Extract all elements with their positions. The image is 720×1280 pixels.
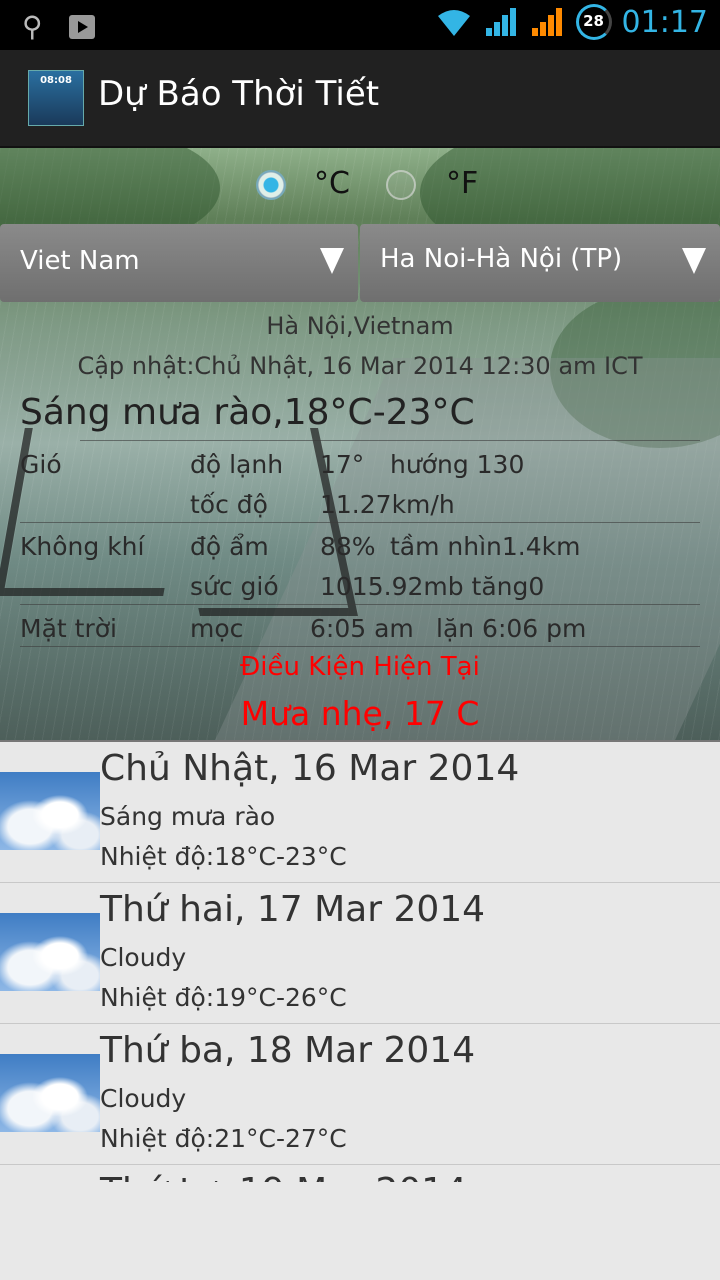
unit-selector: °C °F bbox=[0, 148, 720, 222]
pressure-label: sức gió bbox=[190, 572, 279, 601]
list-item[interactable]: Thứ ba, 18 Mar 2014 Cloudy Nhiệt độ:21°C… bbox=[0, 1024, 720, 1165]
city-value: Ha Noi-Hà Nội (TP) bbox=[380, 244, 623, 274]
speed-value: 11.27km/h bbox=[320, 490, 455, 519]
country-dropdown[interactable]: Viet Nam bbox=[0, 224, 358, 302]
forecast-summary: Sáng mưa rào,18°C-23°C bbox=[20, 392, 475, 433]
forecast-list: Chủ Nhật, 16 Mar 2014 Sáng mưa rào Nhiệt… bbox=[0, 740, 720, 1182]
app-title: Dự Báo Thời Tiết bbox=[98, 74, 380, 114]
clock: 01:17 bbox=[621, 4, 708, 40]
country-value: Viet Nam bbox=[20, 246, 140, 276]
celsius-label: °C bbox=[314, 166, 350, 201]
day-title: Thứ hai, 17 Mar 2014 bbox=[100, 889, 486, 930]
city-dropdown[interactable]: Ha Noi-Hà Nội (TP) bbox=[360, 224, 720, 302]
action-bar: 08:08 Dự Báo Thời Tiết bbox=[0, 50, 720, 148]
chill-label: độ lạnh bbox=[190, 450, 284, 479]
sunrise-label: mọc bbox=[190, 614, 244, 643]
day-temperature: Nhiệt độ:19°C-26°C bbox=[100, 983, 347, 1012]
updated-time: Cập nhật:Chủ Nhật, 16 Mar 2014 12:30 am … bbox=[77, 352, 643, 380]
wind-label: Gió bbox=[20, 450, 62, 479]
list-item[interactable]: Thứ hai, 17 Mar 2014 Cloudy Nhiệt độ:19°… bbox=[0, 883, 720, 1024]
day-description: Sáng mưa rào bbox=[100, 802, 276, 831]
pressure-value: 1015.92mb tăng0 bbox=[320, 572, 545, 601]
app-icon[interactable]: 08:08 bbox=[28, 70, 84, 126]
sun-label: Mặt trời bbox=[20, 614, 117, 643]
day-title: Thứ tư, 19 Mar 2014 bbox=[100, 1171, 467, 1182]
humidity-value: 88% bbox=[320, 532, 376, 561]
day-description: Cloudy bbox=[100, 1084, 187, 1113]
play-store-icon bbox=[68, 14, 95, 39]
battery-level: 28 bbox=[583, 12, 604, 30]
current-conditions-value: Mưa nhẹ, 17 C bbox=[240, 694, 480, 733]
humidity-label: độ ẩm bbox=[190, 532, 269, 561]
fahrenheit-radio[interactable] bbox=[386, 170, 416, 200]
battery-icon: 28 bbox=[575, 4, 612, 40]
day-temperature: Nhiệt độ:21°C-27°C bbox=[100, 1124, 347, 1153]
cloud-weather-icon bbox=[0, 913, 100, 991]
current-weather-panel: Hà Nội,Vietnam Cập nhật:Chủ Nhật, 16 Mar… bbox=[0, 304, 720, 740]
wifi-icon bbox=[437, 10, 470, 36]
chill-value: 17° bbox=[320, 450, 365, 479]
current-conditions-label: Điều Kiện Hiện Tại bbox=[240, 652, 480, 682]
dropdown-arrow-icon bbox=[320, 248, 344, 274]
speed-label: tốc độ bbox=[190, 490, 268, 519]
day-title: Thứ ba, 18 Mar 2014 bbox=[100, 1030, 476, 1071]
signal-icon bbox=[485, 8, 516, 36]
list-item[interactable]: Chủ Nhật, 16 Mar 2014 Sáng mưa rào Nhiệt… bbox=[0, 742, 720, 883]
status-icons-right: 28 01:17 bbox=[434, 4, 708, 40]
signal-2-icon bbox=[531, 8, 562, 36]
visibility-value: tầm nhìn1.4km bbox=[390, 532, 581, 561]
list-item[interactable]: Thứ tư, 19 Mar 2014 bbox=[0, 1165, 720, 1182]
status-bar: ⚲ 28 01:17 bbox=[0, 0, 720, 50]
atmosphere-label: Không khí bbox=[20, 532, 145, 561]
sunrise-value: 6:05 am bbox=[310, 614, 414, 643]
celsius-radio[interactable] bbox=[256, 170, 286, 200]
usb-icon: ⚲ bbox=[22, 10, 43, 43]
app-icon-time: 08:08 bbox=[40, 75, 72, 86]
cloud-weather-icon bbox=[0, 1054, 100, 1132]
sunset-value: lặn 6:06 pm bbox=[436, 614, 587, 643]
fahrenheit-label: °F bbox=[446, 166, 479, 201]
dropdown-arrow-icon bbox=[682, 248, 706, 274]
cloud-weather-icon bbox=[0, 772, 100, 850]
day-temperature: Nhiệt độ:18°C-23°C bbox=[100, 842, 347, 871]
day-description: Cloudy bbox=[100, 943, 187, 972]
day-title: Chủ Nhật, 16 Mar 2014 bbox=[100, 748, 520, 789]
status-icons-left: ⚲ bbox=[22, 10, 95, 43]
location-label: Hà Nội,Vietnam bbox=[266, 312, 454, 340]
wind-direction: hướng 130 bbox=[390, 450, 525, 479]
